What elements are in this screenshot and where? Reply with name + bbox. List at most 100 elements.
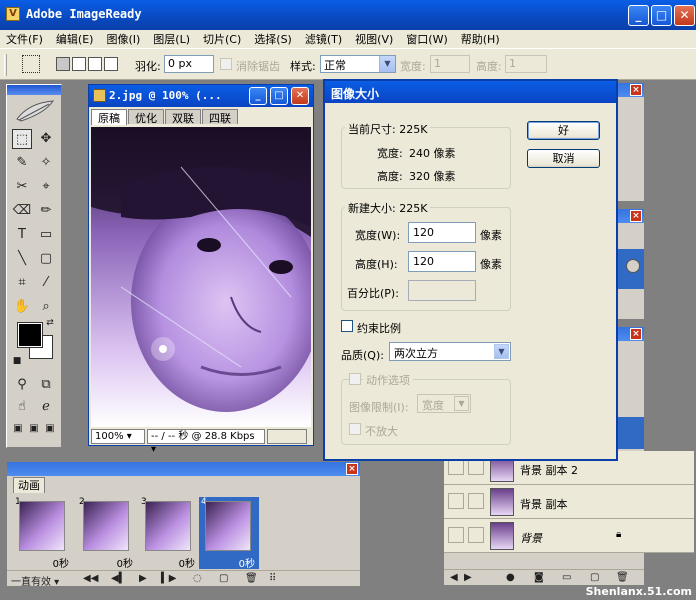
new-layer-icon[interactable]: ▢ — [590, 572, 599, 583]
tween-icon[interactable]: ◌ — [193, 573, 202, 584]
rect-marquee-tool-icon[interactable]: ⬚ — [12, 129, 32, 149]
style-select[interactable]: 正常 ▼ — [320, 55, 396, 73]
new-frame-icon[interactable]: ▢ — [219, 573, 228, 584]
preview-browser-icon[interactable]: ℯ — [36, 397, 56, 417]
frame-delay[interactable]: 0秒 — [179, 555, 195, 570]
brush-tool-icon[interactable]: ✏ — [36, 201, 56, 221]
tab-optimized[interactable]: 优化 — [128, 109, 164, 125]
zoom-tool-icon[interactable]: ⌕ — [36, 297, 56, 317]
maximize-button[interactable]: □ — [651, 5, 672, 26]
trash-icon[interactable]: 🗑︎ — [616, 572, 629, 583]
rounded-rect-tool-icon[interactable]: ▢ — [36, 249, 56, 269]
rectangle-tool-icon[interactable]: ▭ — [36, 225, 56, 245]
menu-slice[interactable]: 切片(C) — [203, 31, 241, 47]
move-tool-icon[interactable]: ✥ — [36, 129, 56, 149]
next-frame-icon[interactable]: ▍▶ — [161, 573, 176, 584]
close-icon[interactable]: × — [346, 463, 358, 475]
hand-tool-icon[interactable]: ✋ — [12, 297, 32, 317]
height-input[interactable]: 120 — [408, 251, 476, 272]
animation-frame[interactable]: 1 0秒 — [13, 497, 73, 570]
constrain-checkbox[interactable] — [341, 320, 353, 332]
screen-mode-standard-icon[interactable]: ▣ — [11, 419, 25, 439]
mask-icon[interactable]: ◙ — [534, 572, 544, 583]
close-icon[interactable]: × — [630, 84, 642, 96]
subtract-selection-icon[interactable] — [88, 57, 102, 71]
doc-minimize-button[interactable]: _ — [249, 87, 267, 105]
menu-filter[interactable]: 滤镜(T) — [305, 31, 342, 47]
tab-animation[interactable]: 动画 — [13, 477, 45, 493]
first-frame-icon[interactable]: ◀◀ — [83, 573, 98, 584]
prev-icon[interactable]: ◀ — [450, 572, 458, 583]
feather-input[interactable]: 0 px — [164, 55, 214, 73]
tab-2up[interactable]: 双联 — [165, 109, 201, 125]
type-tool-icon[interactable]: T — [12, 225, 32, 245]
new-selection-icon[interactable] — [56, 57, 70, 71]
dialog-title[interactable]: 图像大小 — [325, 81, 616, 103]
quality-select[interactable]: 两次立方 ▼ — [389, 342, 511, 361]
frame-delay[interactable]: 0秒 — [117, 555, 133, 570]
layer-row[interactable]: 背景 副本 — [444, 485, 694, 519]
slice-select-tool-icon[interactable]: ⌖ — [36, 177, 56, 197]
loop-select[interactable]: 一直有效 ▾ — [11, 573, 59, 588]
marquee-tool-icon[interactable] — [22, 55, 40, 73]
animation-panel-header[interactable]: × — [7, 462, 360, 476]
close-button[interactable]: ✕ — [674, 5, 695, 26]
percent-input[interactable] — [408, 280, 476, 301]
eraser-tool-icon[interactable]: ⌫ — [12, 201, 32, 221]
menu-file[interactable]: 文件(F) — [6, 31, 43, 47]
eye-icon[interactable] — [448, 527, 464, 543]
minimize-button[interactable]: _ — [628, 5, 649, 26]
image-canvas[interactable] — [91, 127, 311, 427]
frame-delay[interactable]: 0秒 — [239, 555, 255, 570]
width-input[interactable]: 120 — [408, 222, 476, 243]
cancel-button[interactable]: 取消 — [527, 149, 600, 168]
ok-button[interactable]: 好 — [527, 121, 600, 140]
crop-tool-icon[interactable]: ⌗ — [12, 273, 32, 293]
download-time-select[interactable]: -- / -- 秒 @ 28.8 Kbps ▾ — [147, 429, 265, 455]
magic-wand-tool-icon[interactable]: ✧ — [36, 153, 56, 173]
folder-icon[interactable]: ▭ — [562, 572, 571, 583]
menu-view[interactable]: 视图(V) — [355, 31, 393, 47]
screen-mode-full-menu-icon[interactable]: ▣ — [27, 419, 41, 439]
link-icon[interactable] — [468, 493, 484, 509]
play-icon[interactable]: ▶ — [139, 573, 147, 584]
crop-slice-tool-icon[interactable]: ✂ — [12, 177, 32, 197]
rollover-preview-icon[interactable]: ☝ — [12, 397, 32, 417]
link-icon[interactable] — [468, 527, 484, 543]
eyedropper-tool-icon[interactable]: ⁄ — [36, 273, 56, 293]
antialias-checkbox[interactable] — [220, 58, 232, 70]
doc-close-button[interactable]: ✕ — [291, 87, 309, 105]
doc-scroll-area[interactable] — [267, 429, 307, 444]
effect-icon[interactable]: ● — [506, 572, 515, 583]
toggle-image-map-icon[interactable]: ⧉ — [36, 375, 56, 395]
animation-frame[interactable]: 3 0秒 — [139, 497, 199, 570]
foreground-color-swatch[interactable] — [17, 322, 43, 348]
prev-frame-icon[interactable]: ◀▍ — [111, 573, 126, 584]
menu-help[interactable]: 帮助(H) — [461, 31, 500, 47]
default-colors-icon[interactable]: ■ — [11, 355, 23, 367]
frame-delay[interactable]: 0秒 — [53, 555, 69, 570]
menu-edit[interactable]: 编辑(E) — [56, 31, 94, 47]
trash-icon[interactable]: 🗑︎ — [245, 573, 258, 584]
grip-icon[interactable]: ⠿ — [269, 573, 276, 584]
swap-colors-icon[interactable]: ⇄ — [44, 317, 56, 329]
intersect-selection-icon[interactable] — [104, 57, 118, 71]
document-title-bar[interactable]: 2.jpg @ 100% (... _ □ ✕ — [89, 85, 313, 107]
line-tool-icon[interactable]: ╲ — [12, 249, 32, 269]
menu-layer[interactable]: 图层(L) — [153, 31, 190, 47]
eye-icon[interactable] — [448, 459, 464, 475]
toolbar-grip[interactable] — [4, 54, 7, 76]
height-input[interactable]: 1 — [505, 55, 547, 73]
eye-icon[interactable] — [448, 493, 464, 509]
tab-original[interactable]: 原稿 — [91, 109, 127, 125]
animation-frame[interactable]: 2 0秒 — [77, 497, 137, 570]
eye-icon[interactable] — [626, 259, 640, 273]
fit-select[interactable]: 宽度 ▼ — [417, 394, 471, 413]
lasso-tool-icon[interactable]: ✎ — [12, 153, 32, 173]
link-icon[interactable] — [468, 459, 484, 475]
menu-select[interactable]: 选择(S) — [254, 31, 292, 47]
no-enlarge-checkbox[interactable] — [349, 423, 361, 435]
tab-4up[interactable]: 四联 — [202, 109, 238, 125]
toolbox-header[interactable] — [7, 85, 61, 95]
close-icon[interactable]: × — [630, 210, 642, 222]
